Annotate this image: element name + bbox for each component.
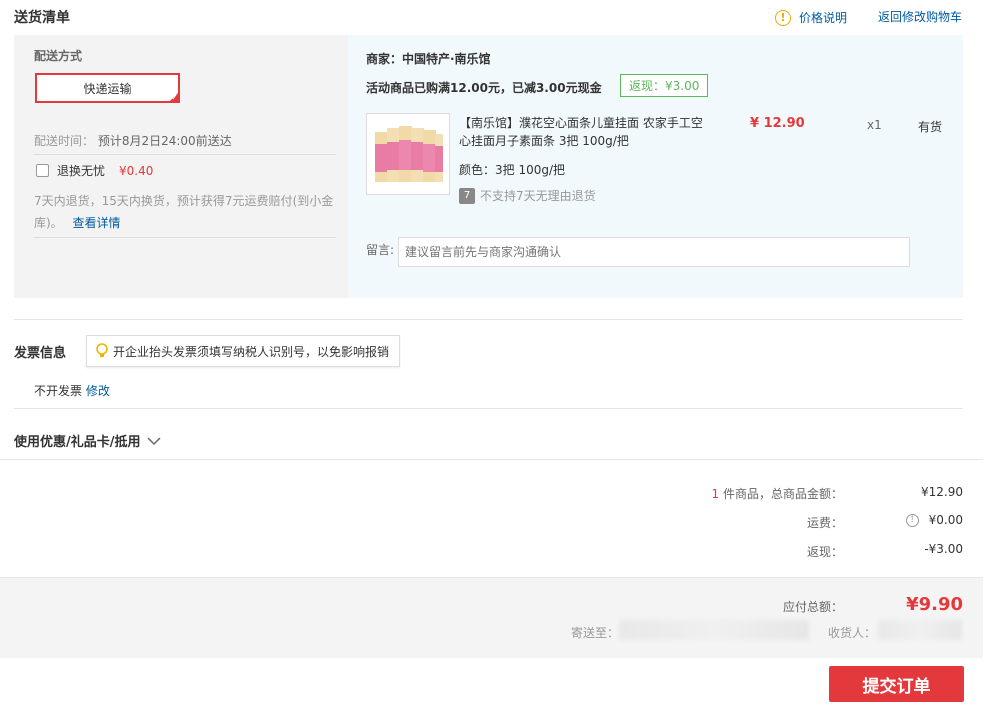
product-title-link[interactable]: 【南乐馆】濮花空心面条儿童挂面 农家手工空心挂面月子素面条 3把 100g/把	[459, 114, 709, 150]
cashback-value: -¥3.00	[924, 542, 963, 556]
delivery-time-value: 预计8月2日24:00前送达	[97, 134, 232, 148]
redacted-address	[619, 620, 809, 640]
no-return-notice: 7 不支持7天无理由退货	[459, 187, 596, 204]
delivery-list-title: 送货清单	[14, 10, 70, 26]
delivery-time-label: 配送时间：	[34, 134, 95, 148]
payable-value: ¥9.90	[906, 594, 963, 615]
freight-value: ¥0.00	[928, 513, 963, 527]
check-icon: ✓	[171, 93, 178, 102]
submit-order-button[interactable]: 提交订单	[829, 666, 964, 702]
lightbulb-icon	[96, 343, 108, 357]
view-details-link[interactable]: 查看详情	[73, 216, 121, 230]
shipping-method-label: 配送方式	[34, 49, 83, 63]
receiver-label: 收货人：	[828, 626, 877, 640]
divider	[34, 154, 336, 155]
express-shipping-option[interactable]: 快递运输 ✓	[35, 73, 180, 103]
ship-to-label: 寄送至：	[571, 626, 620, 640]
payable-label: 应付总额：	[782, 600, 843, 614]
freight-label: 运费：	[806, 516, 843, 530]
divider	[14, 319, 963, 320]
stock-status: 有货	[918, 120, 943, 134]
invoice-tip-text: 开企业抬头发票须填写纳税人识别号，以免影响报销	[113, 344, 390, 359]
noodle-bundle-image	[367, 114, 449, 194]
product-color: 颜色：3把 100g/把	[459, 163, 566, 177]
return-service-row: 退换无忧 ¥0.40	[36, 162, 153, 179]
invoice-value: 不开发票 修改	[34, 382, 110, 399]
back-to-cart-link[interactable]: 返回修改购物车	[878, 8, 962, 25]
product-quantity: x1	[867, 118, 882, 132]
divider	[0, 459, 983, 460]
freight-info-icon[interactable]: !	[905, 513, 919, 527]
product-price: ¥ 12.90	[750, 116, 805, 131]
invoice-edit-link[interactable]: 修改	[86, 384, 110, 398]
return-service-checkbox[interactable]	[36, 164, 49, 177]
message-input[interactable]	[398, 237, 910, 267]
price-info-label: 价格说明	[799, 11, 848, 25]
total-band	[0, 577, 983, 658]
seven-days-icon: 7	[459, 187, 475, 204]
message-label: 留言:	[366, 243, 395, 257]
freight-value-group: ! ¥0.00	[905, 513, 963, 527]
promo-text: 活动商品已购满12.00元，已减3.00元现金	[366, 81, 602, 95]
invoice-tip: 开企业抬头发票须填写纳税人识别号，以免影响报销	[86, 335, 401, 367]
goods-total-label: 1 件商品，总商品金额：	[712, 485, 843, 502]
price-info-link[interactable]: ! 价格说明	[775, 9, 847, 26]
return-service-price: ¥0.40	[119, 163, 154, 178]
express-shipping-label: 快递运输	[83, 81, 132, 96]
delivery-time: 配送时间： 预计8月2日24:00前送达	[34, 132, 232, 149]
merchant-panel: 商家：中国特产·南乐馆 活动商品已购满12.00元，已减3.00元现金 返现：¥…	[348, 35, 963, 298]
coupon-toggle[interactable]: 使用优惠/礼品卡/抵用	[14, 431, 161, 450]
divider	[34, 237, 336, 238]
shipping-panel: 配送方式 快递运输 ✓ 配送时间： 预计8月2日24:00前送达 退换无忧 ¥0…	[14, 35, 348, 298]
item-count: 1	[711, 487, 720, 501]
product-image[interactable]	[366, 113, 450, 195]
redacted-receiver	[878, 620, 962, 640]
chevron-down-icon	[146, 436, 161, 445]
return-service-note: 7天内退货，15天内换货，预计获得7元运费赔付(到小金库)。 查看详情	[34, 190, 339, 234]
return-service-label: 退换无忧	[57, 164, 106, 178]
merchant-name: 商家：中国特产·南乐馆	[366, 52, 491, 66]
invoice-title: 发票信息	[14, 346, 67, 361]
cashback-tag: 返现：¥3.00	[620, 74, 709, 97]
item-count-suffix: 件商品，总商品金额：	[722, 487, 843, 501]
divider	[14, 408, 963, 409]
goods-total-value: ¥12.90	[921, 485, 963, 499]
cashback-label: 返现：	[806, 545, 843, 559]
info-icon: !	[775, 9, 791, 26]
coupon-label: 使用优惠/礼品卡/抵用	[14, 435, 141, 450]
invoice-value-text: 不开发票	[34, 384, 83, 398]
no-return-label: 不支持7天无理由退货	[480, 189, 596, 203]
